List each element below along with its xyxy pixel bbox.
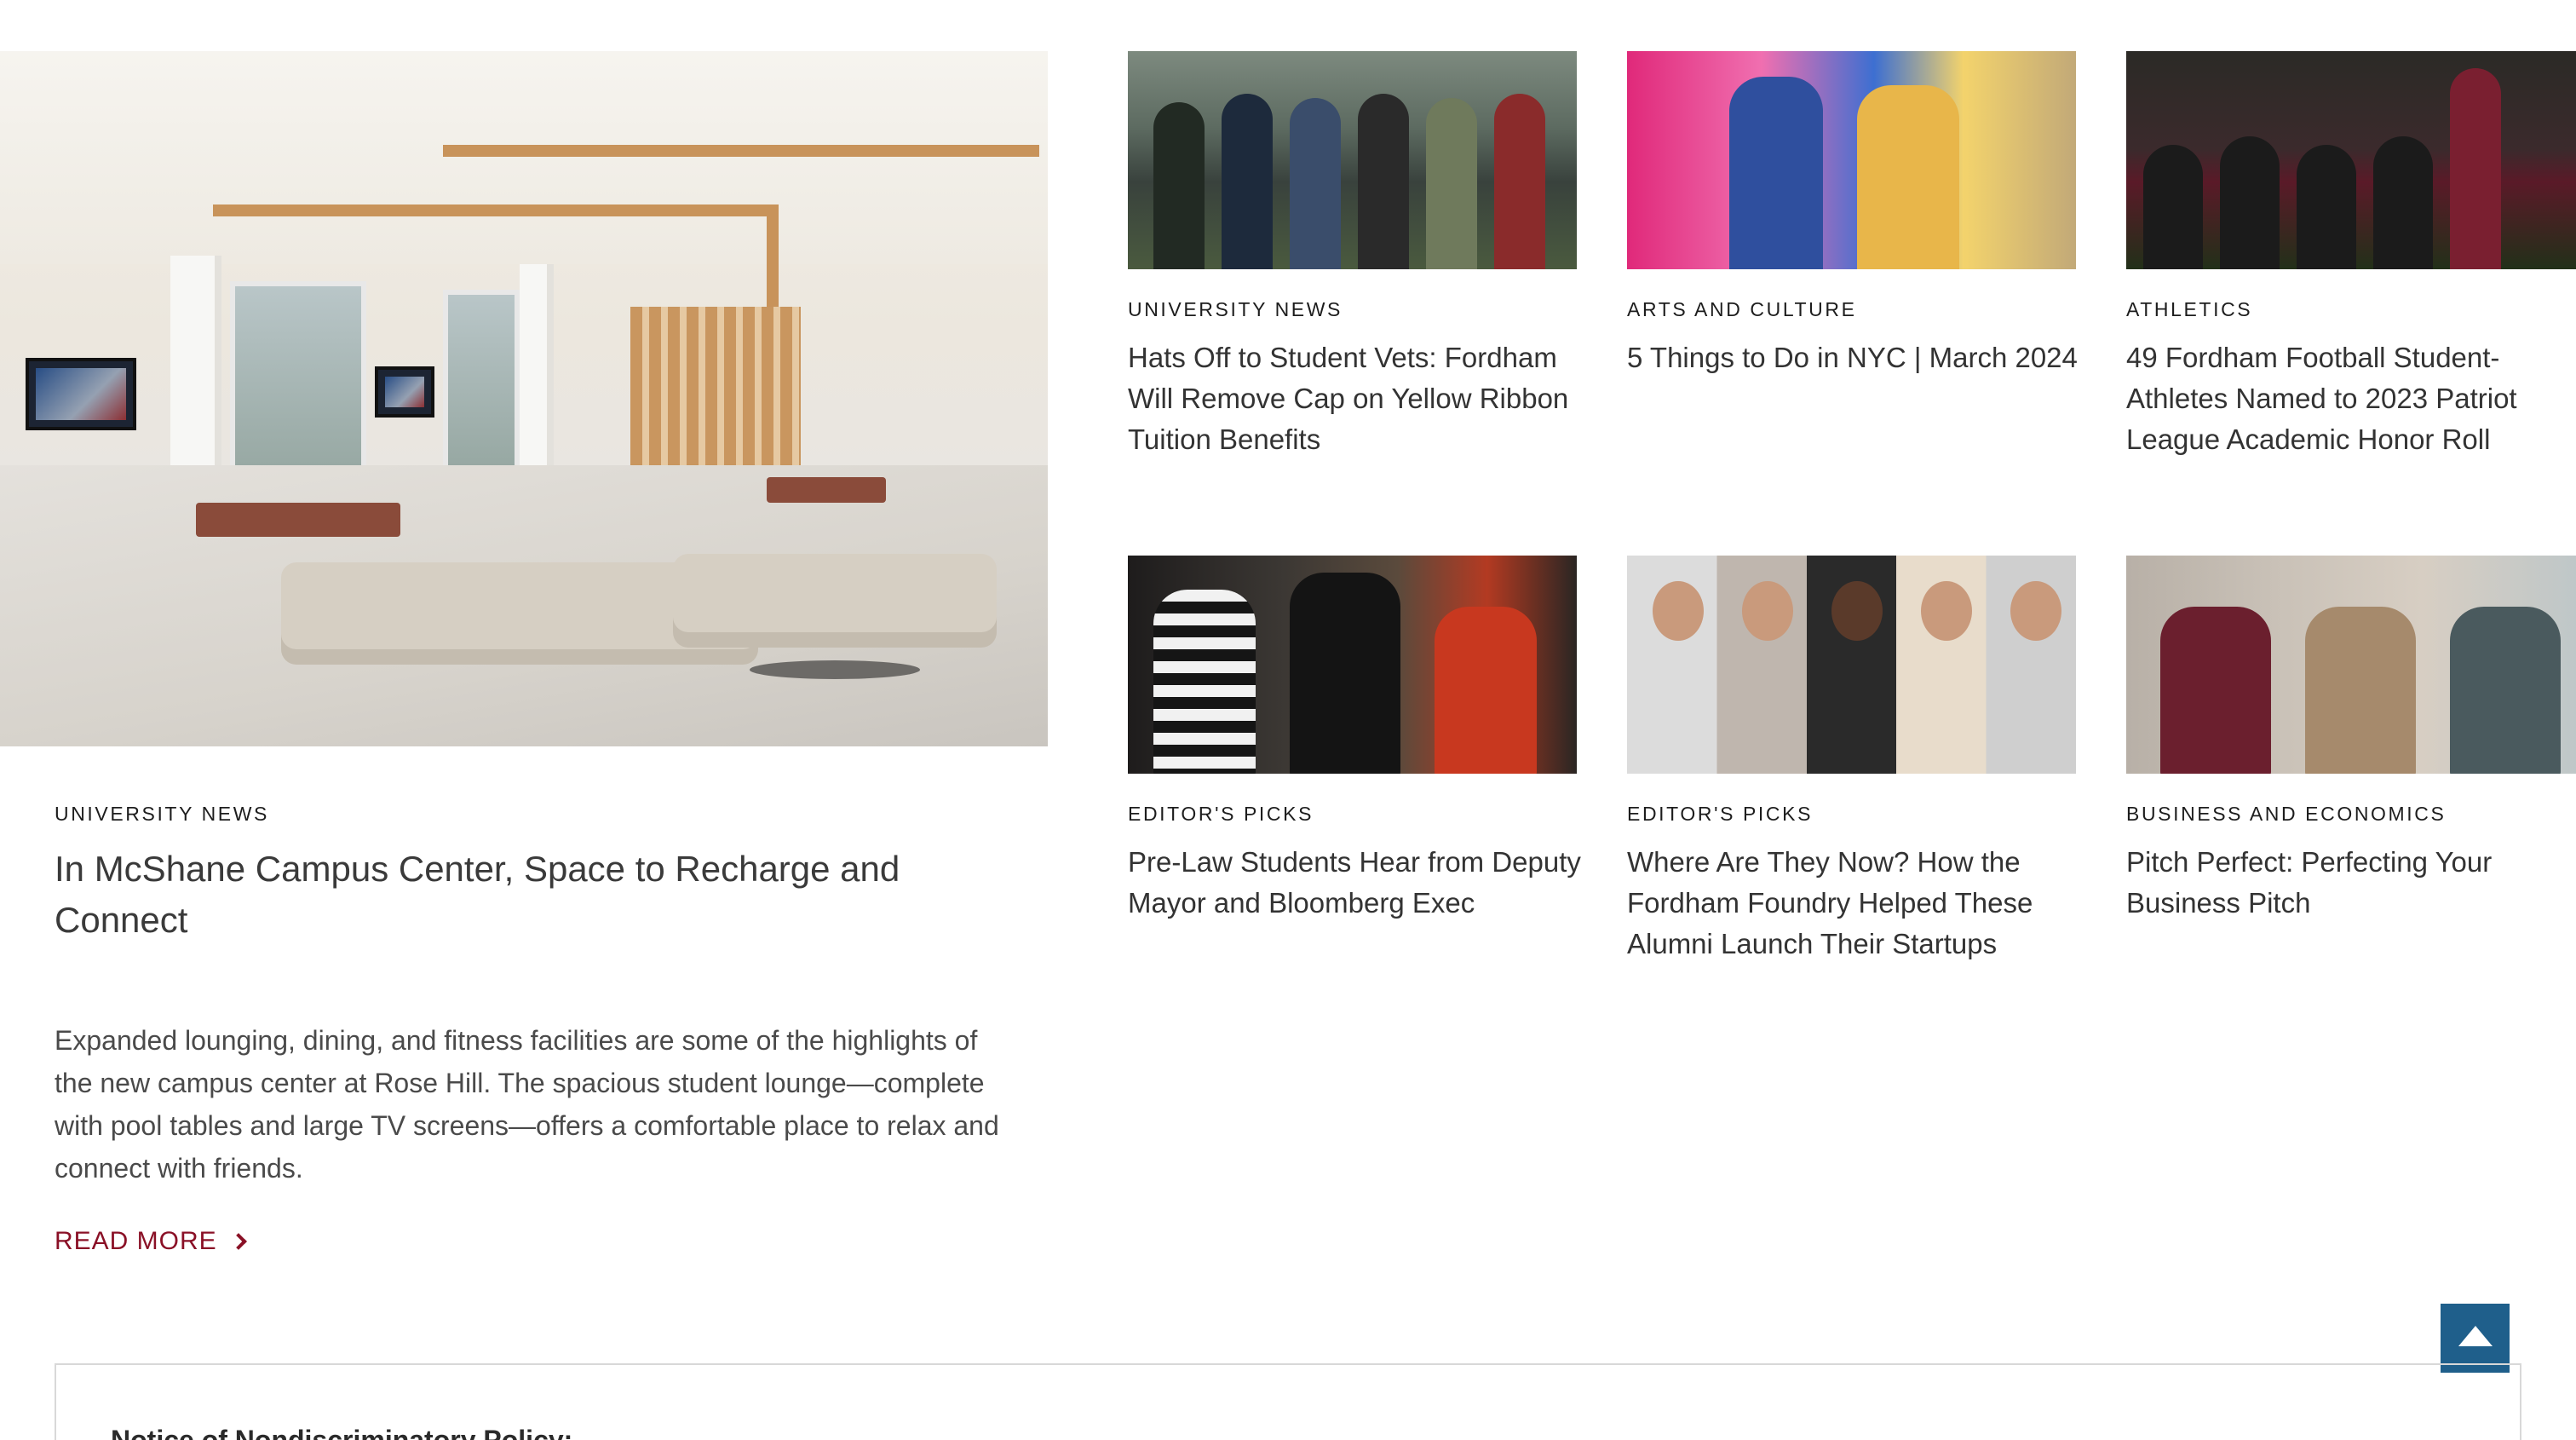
image-sofa <box>673 554 997 648</box>
featured-title[interactable]: In McShane Campus Center, Space to Recha… <box>55 844 992 946</box>
image-ceiling <box>0 51 1048 264</box>
story-title[interactable]: Pitch Perfect: Perfecting Your Business … <box>2126 842 2552 924</box>
read-more-link[interactable]: READ MORE <box>55 1227 247 1256</box>
image-person <box>1494 94 1545 269</box>
story-card: BUSINESS AND ECONOMICS Pitch Perfect: Pe… <box>2126 556 2576 919</box>
image-person <box>1857 85 1959 269</box>
image-face <box>1653 581 1704 641</box>
read-more-label: READ MORE <box>55 1227 217 1255</box>
story-image[interactable] <box>2126 556 2576 774</box>
story-category[interactable]: BUSINESS AND ECONOMICS <box>2126 803 2446 826</box>
image-person <box>2450 607 2561 774</box>
image-person <box>1729 77 1823 269</box>
story-category[interactable]: EDITOR'S PICKS <box>1128 803 1314 826</box>
news-page: UNIVERSITY NEWS In McShane Campus Center… <box>0 0 2576 1440</box>
image-tv-screen <box>26 358 136 430</box>
image-player <box>2373 136 2433 269</box>
image-face <box>1921 581 1972 641</box>
story-card: EDITOR'S PICKS Pre-Law Students Hear fro… <box>1128 556 1581 919</box>
image-flag <box>2450 68 2501 269</box>
story-card: ARTS AND CULTURE 5 Things to Do in NYC |… <box>1627 51 2078 373</box>
image-player <box>2297 145 2356 269</box>
story-title[interactable]: 5 Things to Do in NYC | March 2024 <box>1627 337 2087 378</box>
story-title[interactable]: Where Are They Now? How the Fordham Foun… <box>1627 842 2087 965</box>
image-person <box>1290 573 1400 774</box>
featured-story-image[interactable] <box>0 51 1048 746</box>
image-player <box>2143 145 2203 269</box>
image-person <box>2305 607 2416 774</box>
image-person <box>1153 102 1205 269</box>
image-beam <box>443 145 1039 157</box>
story-title[interactable]: Hats Off to Student Vets: Fordham Will R… <box>1128 337 1588 460</box>
image-person <box>1222 94 1273 269</box>
story-title[interactable]: 49 Fordham Football Student-Athletes Nam… <box>2126 337 2552 460</box>
image-person <box>1290 98 1341 269</box>
story-image[interactable] <box>2126 51 2576 269</box>
featured-category[interactable]: UNIVERSITY NEWS <box>55 803 269 826</box>
arrow-up-icon <box>2458 1326 2493 1346</box>
image-table <box>767 477 886 503</box>
story-card: UNIVERSITY NEWS Hats Off to Student Vets… <box>1128 51 1577 455</box>
image-pool-table <box>196 503 400 537</box>
story-category[interactable]: ARTS AND CULTURE <box>1627 298 1857 321</box>
story-category[interactable]: UNIVERSITY NEWS <box>1128 298 1343 321</box>
story-title[interactable]: Pre-Law Students Hear from Deputy Mayor … <box>1128 842 1588 924</box>
story-image[interactable] <box>1627 556 2076 774</box>
featured-story: UNIVERSITY NEWS In McShane Campus Center… <box>0 51 1048 1255</box>
story-category[interactable]: EDITOR'S PICKS <box>1627 803 1813 826</box>
featured-summary: Expanded lounging, dining, and fitness f… <box>55 1025 999 1184</box>
image-face <box>2010 581 2061 641</box>
story-card: EDITOR'S PICKS Where Are They Now? How t… <box>1627 556 2076 959</box>
image-person <box>2160 607 2271 774</box>
nondiscrimination-notice: Notice of Nondiscriminatory Policy: <box>55 1363 2521 1440</box>
story-image[interactable] <box>1627 51 2076 269</box>
chevron-right-icon <box>229 1233 247 1250</box>
notice-title: Notice of Nondiscriminatory Policy: <box>111 1425 573 1440</box>
image-person <box>1358 94 1409 269</box>
story-card: ATHLETICS 49 Fordham Football Student-At… <box>2126 51 2576 455</box>
image-coffee-table <box>750 660 920 679</box>
story-category[interactable]: ATHLETICS <box>2126 298 2252 321</box>
image-person <box>1426 98 1477 269</box>
image-person <box>1153 590 1256 774</box>
image-player <box>2220 136 2280 269</box>
image-beam <box>213 204 767 216</box>
image-face <box>1831 581 1883 641</box>
story-image[interactable] <box>1128 556 1577 774</box>
image-person <box>1435 607 1537 774</box>
story-image[interactable] <box>1128 51 1577 269</box>
image-face <box>1742 581 1793 641</box>
back-to-top-button[interactable] <box>2441 1304 2510 1373</box>
image-tv-screen <box>375 366 434 418</box>
